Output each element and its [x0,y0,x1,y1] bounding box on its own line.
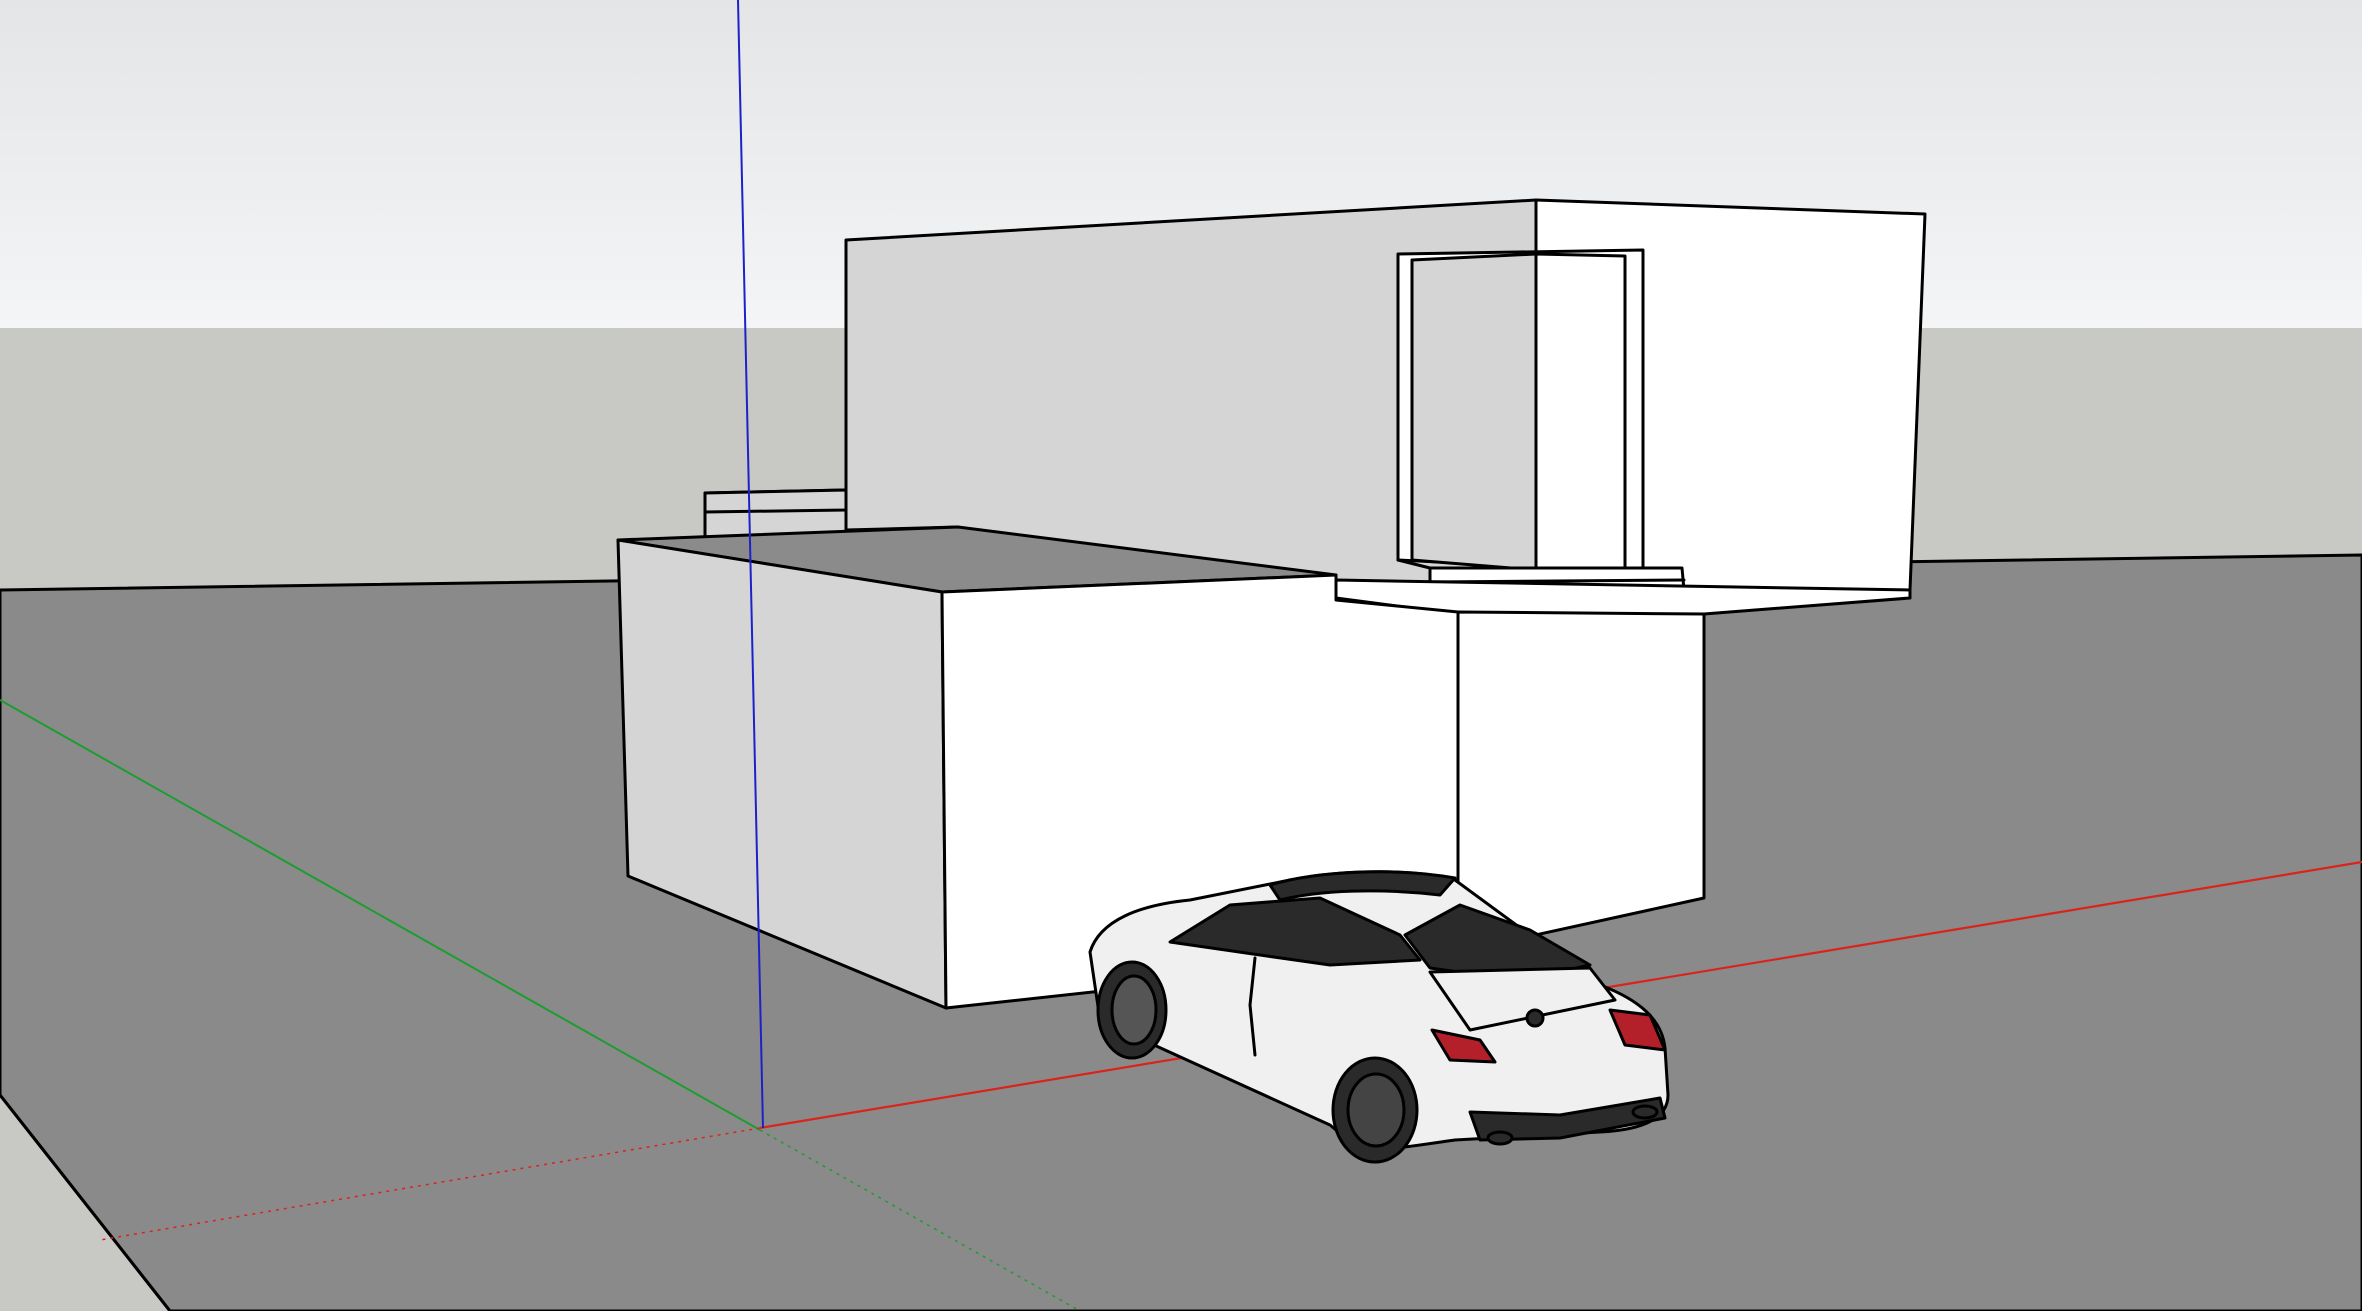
lower-box-right-column [1456,610,1706,954]
car-emblem [1525,1008,1545,1028]
car-front-rim [1110,974,1158,1046]
window-jamb-right [1534,252,1627,574]
3d-viewport[interactable] [0,0,2362,1311]
window-recess [1410,252,1538,572]
window-opening[interactable] [1396,248,1686,592]
rear-annex-top [703,488,848,514]
car-rear-rim [1346,1072,1406,1148]
car-exhaust-left [1486,1130,1514,1146]
car-exhaust-right [1631,1104,1659,1120]
